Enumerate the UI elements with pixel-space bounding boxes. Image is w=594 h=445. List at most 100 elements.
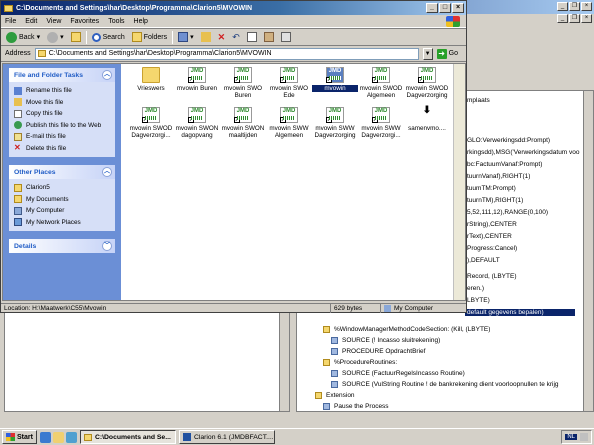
up-button[interactable] [69, 31, 83, 43]
tray-icon[interactable] [580, 433, 588, 441]
tree-line[interactable]: Record, (LBYTE) [467, 273, 517, 280]
start-button[interactable]: Start [2, 430, 37, 444]
tree-line[interactable]: ),DEFAULT [467, 257, 500, 264]
file-item[interactable]: JMD ↗ mvowin SWOD Dagverzorgi... [128, 107, 174, 139]
file-item[interactable]: JMD ↗ mvowin SWOD Dagverzorging [404, 67, 450, 99]
taskbar-explorer[interactable]: C:\Documents and Se... [79, 430, 176, 444]
tree-node[interactable]: PROCEDURE OpdrachtBrief [331, 348, 425, 355]
place-my-computer[interactable]: My Computer [14, 205, 110, 217]
file-list-scrollbar[interactable] [453, 64, 465, 300]
close-icon[interactable]: × [452, 3, 464, 13]
file-item[interactable]: Vrieswers [128, 67, 174, 92]
tree-line[interactable]: rkingsdd),MSG('Verwerkingsdatum voo [467, 149, 580, 156]
menu-edit[interactable]: Edit [25, 18, 37, 25]
task-move[interactable]: Move this file [14, 97, 110, 109]
folders-button[interactable]: Folders [130, 31, 169, 43]
tasks-header[interactable]: File and Folder Tasks ︿ [9, 68, 115, 82]
file-item[interactable]: JMD ↗ mvowin Buren [174, 67, 220, 92]
tree-line[interactable]: tuurnTM),RIGHT(1) [467, 197, 523, 204]
address-input[interactable]: C:\Documents and Settings\har\Desktop\Pr… [34, 47, 419, 60]
desktop-icon[interactable] [65, 431, 77, 443]
task-publish[interactable]: Publish this file to the Web [14, 120, 110, 132]
tree-scrollbar[interactable] [583, 91, 593, 411]
tree-node[interactable]: SOURCE (FactuurRegelsIncasso Routine) [331, 370, 465, 377]
source-icon [331, 370, 338, 377]
move-to-button[interactable] [199, 31, 213, 43]
tree-node[interactable]: Pause the Process [323, 403, 389, 410]
minimize-icon[interactable]: _ [557, 2, 568, 11]
file-item[interactable]: JMD ↗ mvowin SWON maaltijden [220, 107, 266, 139]
undo-button[interactable]: ↶ [230, 31, 242, 44]
collapse-chevron-icon[interactable]: ︿ [102, 70, 112, 80]
chevron-down-icon: ▾ [190, 34, 194, 41]
tree-line[interactable]: Progress:Cancel) [467, 245, 517, 252]
tree-line[interactable]: rString),CENTER [467, 221, 517, 228]
restore-icon[interactable]: ❐ [569, 2, 580, 11]
place-my-documents[interactable]: My Documents [14, 194, 110, 206]
forward-button[interactable]: ▾ [45, 31, 66, 44]
file-item[interactable]: JMD ↗ mvowin SWO Buren [220, 67, 266, 99]
task-delete[interactable]: ✕ Delete this file [14, 143, 110, 155]
file-item[interactable]: JMD ↗ mvowin SWOD Algemeen [358, 67, 404, 99]
details-header[interactable]: Details ﹀ [9, 239, 115, 253]
mdi-close-icon[interactable]: × [581, 14, 592, 23]
taskbar-clarion[interactable]: Clarion 6.1 (JMDBFACT.... [178, 430, 275, 444]
copy-button[interactable] [245, 31, 259, 43]
expand-chevron-icon[interactable]: ﹀ [102, 241, 112, 251]
language-indicator[interactable]: NL [565, 434, 577, 440]
tree-line[interactable]: LBYTE) [467, 297, 490, 304]
menu-help[interactable]: Help [134, 18, 148, 25]
tree-node[interactable]: SOURCE (VulString Routine ! de bankreken… [331, 381, 559, 388]
menu-file[interactable]: File [5, 18, 16, 25]
tree-node[interactable]: %ProcedureRoutines: [323, 359, 397, 366]
collapse-chevron-icon[interactable]: ︿ [102, 167, 112, 177]
address-label: Address [5, 50, 31, 57]
places-header[interactable]: Other Places ︿ [9, 165, 115, 179]
file-item[interactable]: JMD ↗ mvowin SWW Dagverzorgi... [358, 107, 404, 139]
tree-line[interactable]: GLO:Verwerkingsdd:Prompt) [467, 137, 550, 144]
tree-node[interactable]: Extension [315, 392, 355, 399]
file-item[interactable]: JMD ↗ mvowin SWON dagopvang [174, 107, 220, 139]
close-icon[interactable]: × [581, 2, 592, 11]
file-item-selected[interactable]: JMD ↗ mvowin [312, 67, 358, 92]
tree-line[interactable]: tuumTM:Prompt) [467, 185, 516, 192]
mdi-minimize-icon[interactable]: _ [557, 14, 568, 23]
place-my-network[interactable]: My Network Places [14, 217, 110, 229]
tree-line-selected[interactable]: default gegevens bepalen) [465, 309, 575, 316]
search-button[interactable]: Search [90, 32, 127, 43]
menu-favorites[interactable]: Favorites [70, 18, 99, 25]
task-copy[interactable]: Copy this file [14, 108, 110, 120]
tree-line[interactable]: tuurnVanaf),RIGHT(1) [467, 173, 530, 180]
tree-line[interactable]: 5,52,111,12),RANGE(0,100) [467, 209, 548, 216]
tree-node[interactable]: %WindowManagerMethodCodeSection: (Kill, … [323, 326, 490, 333]
tree-line[interactable]: eren.) [467, 285, 484, 292]
ie-icon[interactable] [39, 431, 51, 443]
minimize-icon[interactable]: _ [426, 3, 438, 13]
properties-button[interactable] [279, 31, 293, 43]
explorer-titlebar[interactable]: C:\Documents and Settings\har\Desktop\Pr… [1, 1, 466, 15]
rename-icon [14, 86, 22, 95]
file-item[interactable]: JMD ↗ mvowin SWW Dagverzorging [312, 107, 358, 139]
go-button[interactable]: ➜ Go [436, 48, 466, 59]
back-button[interactable]: Back ▾ [4, 31, 42, 44]
explorer-icon[interactable] [52, 431, 64, 443]
views-button[interactable]: ▾ [176, 31, 196, 43]
menu-tools[interactable]: Tools [108, 18, 124, 25]
delete-button[interactable]: ✕ [216, 31, 228, 44]
place-clarion5[interactable]: Clarion5 [14, 182, 110, 194]
task-email[interactable]: E-mail this file [14, 131, 110, 143]
menu-view[interactable]: View [46, 18, 61, 25]
task-rename[interactable]: Rename this file [14, 85, 110, 97]
tree-line[interactable]: mplaats [467, 97, 490, 104]
file-item[interactable]: JMD ↗ mvowin SWW Algemeen [266, 107, 312, 139]
file-item[interactable]: ⬇ samenvmo.... [404, 106, 450, 133]
tree-line[interactable]: rText),CENTER [467, 233, 512, 240]
tree-node[interactable]: SOURCE (! Incasso sluitrekening) [331, 337, 440, 344]
mdi-restore-icon[interactable]: ❐ [569, 14, 580, 23]
address-dropdown-button[interactable]: ▼ [422, 47, 433, 60]
tree-line[interactable]: bc:FactuumVanaf:Prompt) [467, 161, 542, 168]
maximize-icon[interactable]: □ [439, 3, 451, 13]
paste-button[interactable] [262, 31, 276, 43]
left-panel-scrollbar[interactable] [279, 313, 289, 411]
file-item[interactable]: JMD ↗ mvowin SWO Ede [266, 67, 312, 99]
